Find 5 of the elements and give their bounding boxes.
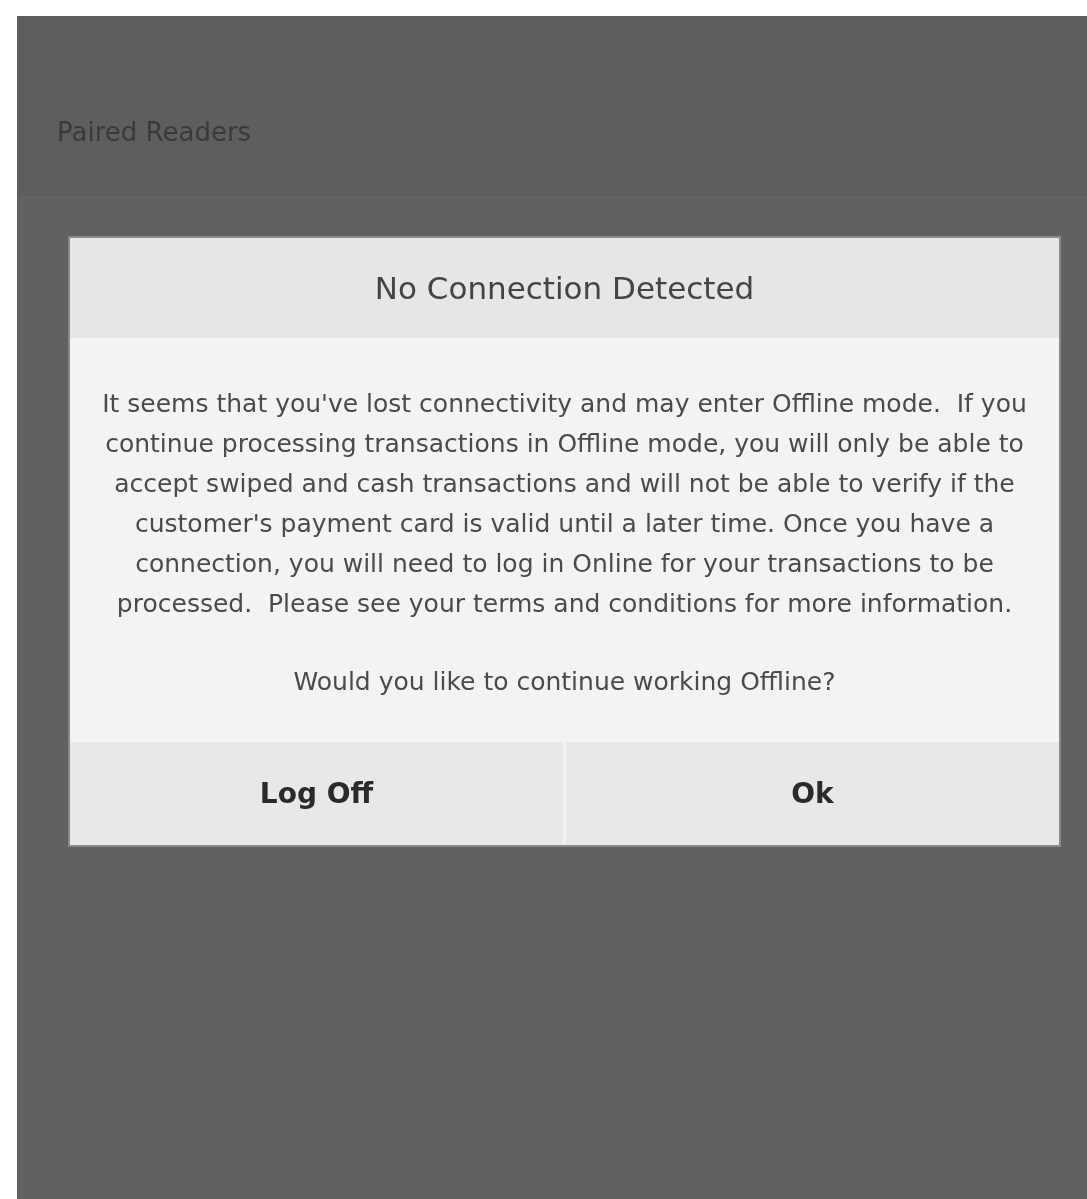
dialog-button[interactable]: Ok: [566, 742, 1059, 845]
dialog-question: Would you like to continue working Offline?: [293, 666, 836, 698]
dialog-message: It seems that you've lost connectivity and may enter Offline mode. If you continue processing transactions in Offline mode, you will only be able to accept swiped and cash transactions and will not be able to verify if the customer's payment card is valid until a later time. Once you have a connection, you will need to log in Online for your transactions to be processed. Please see your terms and conditions for more information.: [101, 388, 1028, 620]
dialog-button[interactable]: Log Off: [70, 742, 563, 845]
dialog-title: No Connection Detected: [374, 268, 755, 308]
